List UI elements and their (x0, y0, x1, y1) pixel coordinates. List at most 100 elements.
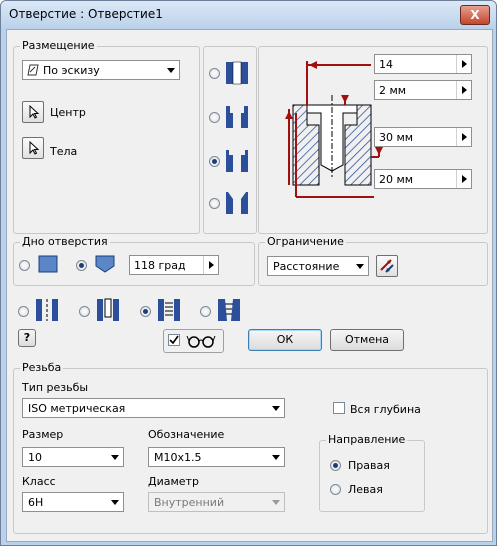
counterbore-depth-spin-button[interactable] (456, 81, 471, 99)
part-right-section (344, 104, 372, 186)
thread-depth-value: 20 мм (379, 173, 414, 186)
options-box (163, 329, 224, 353)
flip-direction-button[interactable] (376, 255, 398, 277)
class-label: Класс (22, 475, 56, 488)
direction-group: Направление Правая Левая (319, 433, 425, 512)
tapped-hole-icon (158, 299, 180, 321)
direction-left-label: Левая (348, 483, 383, 496)
counterbore-depth-input[interactable]: 2 мм (374, 80, 472, 100)
hole-bottom-label: Дно отверстия (20, 235, 110, 248)
hole-bottom-group: Дно отверстия 118 град (13, 235, 255, 286)
countersink-hole-icon (226, 192, 248, 214)
size-combo[interactable]: 10 (22, 447, 124, 467)
simple-hole-icon (36, 299, 58, 321)
direction-left-radio[interactable] (330, 484, 341, 495)
designation-value: M10x1.5 (154, 451, 202, 464)
drill-angle-input[interactable]: 118 град (129, 255, 219, 275)
sketch-icon (27, 64, 39, 76)
bodies-select-button[interactable] (22, 137, 44, 159)
full-depth-label: Вся глубина (350, 403, 421, 416)
hole-type-counterbore-radio[interactable] (209, 112, 220, 123)
drilled-hole-icon (226, 61, 248, 85)
taper-tapped-hole-icon (218, 299, 240, 321)
depth-spin-button[interactable] (456, 128, 471, 146)
dialog-client: Размещение По эскизу Центр Тела 14 2 мм … (6, 29, 493, 542)
preview-checkbox[interactable] (168, 334, 180, 346)
class-combo[interactable]: 6H (22, 492, 124, 512)
clearance-hole-icon (97, 298, 119, 321)
hole-type-countersink-radio[interactable] (209, 156, 220, 167)
glasses-icon (186, 335, 216, 348)
thread-group: Резьба Тип резьбы ISO метрическая Вся гл… (13, 361, 488, 534)
flip-direction-icon (380, 259, 394, 273)
counterbore-hole-icon (226, 106, 248, 128)
flat-bottom-icon (38, 255, 58, 273)
placement-group-label: Размещение (20, 39, 97, 52)
designation-label: Обозначение (148, 428, 225, 441)
hole-type-group (203, 46, 257, 234)
window-title: Отверстие : Отверстие1 (9, 7, 163, 21)
full-depth-checkbox[interactable] (333, 402, 345, 414)
designation-combo[interactable]: M10x1.5 (148, 447, 285, 467)
direction-right-label: Правая (348, 459, 390, 472)
thread-depth-input[interactable]: 20 мм (374, 169, 472, 189)
spotface-hole-icon (226, 150, 248, 172)
dim-arrow (341, 95, 349, 103)
chevron-down-icon (272, 500, 280, 505)
direction-right-radio[interactable] (330, 460, 341, 471)
hole-tapped-radio[interactable] (140, 306, 151, 317)
drill-angle-value: 118 град (134, 259, 186, 272)
thread-type-label: Тип резьбы (22, 381, 89, 394)
ok-button[interactable]: ОК (248, 329, 322, 351)
thread-depth-spin-button[interactable] (456, 170, 471, 188)
center-select-button[interactable] (22, 101, 44, 123)
title-bar: Отверстие : Отверстие1 X (1, 1, 496, 27)
diameter-combo[interactable]: Внутренний (148, 492, 285, 512)
dim-arrow (375, 147, 383, 155)
hole-diagram-group: 14 2 мм 30 мм 20 мм (258, 46, 488, 234)
chevron-down-icon (272, 406, 280, 411)
hole-type-taper-radio[interactable] (209, 198, 220, 209)
diameter-type-value: Внутренний (154, 496, 225, 509)
chevron-down-icon (167, 68, 175, 73)
diameter-label: Диаметр (148, 475, 199, 488)
cancel-button[interactable]: Отмена (330, 329, 404, 351)
hole-type-drilled-radio[interactable] (209, 68, 220, 79)
cursor-arrow-icon (29, 140, 40, 155)
class-value: 6H (28, 496, 44, 509)
checkmark-icon (169, 335, 179, 345)
termination-value: Расстояние (273, 260, 340, 273)
hole-simple-radio[interactable] (18, 306, 29, 317)
depth-value: 30 мм (379, 131, 414, 144)
chevron-down-icon (272, 455, 280, 460)
diameter-spin-button[interactable] (456, 55, 471, 73)
dialog-window: Отверстие : Отверстие1 X Размещение По э… (0, 0, 497, 546)
depth-input[interactable]: 30 мм (374, 127, 472, 147)
hole-clearance-radio[interactable] (79, 306, 90, 317)
cursor-arrow-icon (29, 104, 40, 119)
bodies-label: Тела (50, 145, 78, 158)
thread-type-combo[interactable]: ISO метрическая (22, 398, 285, 418)
termination-label: Ограничение (265, 235, 346, 248)
close-button[interactable]: X (460, 5, 490, 25)
placement-method-combo[interactable]: По эскизу (22, 60, 180, 80)
angle-bottom-icon (95, 255, 115, 273)
size-value: 10 (28, 451, 42, 464)
bottom-angle-radio[interactable] (76, 260, 87, 271)
termination-combo[interactable]: Расстояние (267, 256, 369, 276)
direction-label: Направление (326, 433, 408, 446)
bottom-flat-radio[interactable] (19, 260, 30, 271)
center-label: Центр (50, 106, 86, 119)
hole-taper-tapped-radio[interactable] (200, 306, 211, 317)
chevron-down-icon (356, 264, 364, 269)
dim-arrow (285, 111, 293, 119)
diameter-input[interactable]: 14 (374, 54, 472, 74)
termination-group: Ограничение Расстояние (258, 235, 488, 286)
placement-group: Размещение По эскизу Центр Тела (13, 39, 200, 234)
size-label: Размер (22, 428, 64, 441)
diameter-value: 14 (379, 58, 393, 71)
drill-angle-spin-button[interactable] (203, 256, 218, 274)
help-button[interactable]: ? (18, 329, 36, 347)
counterbore-depth-value: 2 мм (379, 84, 407, 97)
thread-group-label: Резьба (20, 361, 64, 374)
